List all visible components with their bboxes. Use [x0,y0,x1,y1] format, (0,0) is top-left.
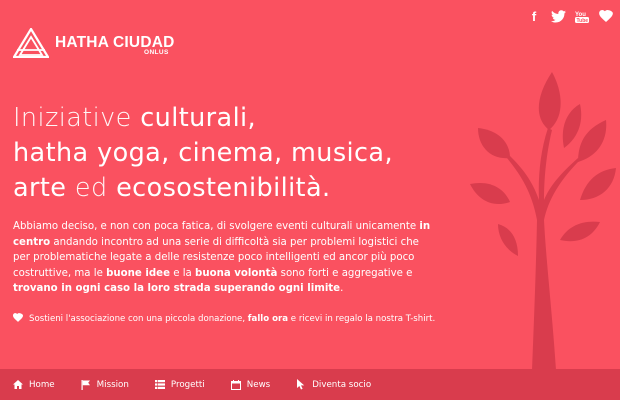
svg-text:Tube: Tube [577,18,589,23]
paragraph-text: Abbiamo deciso, e non con poca fatica, d… [13,221,420,232]
support-text: e ricevi in regalo la nostra T-shirt. [288,314,436,324]
headline-text: ed [66,173,117,203]
tree-illustration [470,72,616,370]
paragraph-bold: buona volontà [195,267,278,279]
headline-line-1: Iniziative culturali, [13,101,463,136]
headline-emphasis: culturali, [140,103,257,133]
paragraph-bold: buone idee [106,267,170,279]
heart-icon[interactable] [598,8,614,24]
home-icon [13,380,23,390]
headline: Iniziative culturali, hatha yoga, cinema… [13,101,463,206]
flag-icon [81,379,91,390]
cursor-icon [296,379,306,390]
nav-item-news[interactable]: News [218,369,283,400]
facebook-icon[interactable]: f [526,8,542,24]
brand-sub: ONLUS [144,49,169,56]
nav-label: Progetti [170,379,205,390]
headline-emphasis: arte [13,173,67,203]
nav-item-diventa-socio[interactable]: Diventa socio [283,369,384,400]
facebook-glyph: f [531,8,537,24]
support-text: Sostieni l'associazione con una piccola … [29,314,248,324]
headline-line-2: hatha yoga, cinema, musica, [13,136,463,171]
paragraph-text: e la [169,267,196,279]
list-icon [154,380,165,390]
headline-emphasis: ecosostenibilità. [116,173,331,203]
paragraph-text: . [340,283,344,294]
donate-link[interactable]: fallo ora [248,314,288,324]
nav-item-progetti[interactable]: Progetti [142,369,218,400]
bottom-navbar: Home Mission Progetti News Diventa socio [0,369,620,400]
twitter-icon[interactable] [550,8,566,24]
social-links: f You Tube [526,8,614,24]
calendar-icon [230,379,241,390]
heart-icon [13,313,23,325]
intro-paragraph: Abbiamo deciso, e non con poca fatica, d… [13,219,433,297]
youtube-icon[interactable]: You Tube [574,8,590,24]
nav-label: Home [29,379,55,390]
nav-label: Mission [96,379,129,390]
headline-text: Iniziative [13,103,141,133]
headline-line-3: arte ed ecosostenibilità. [13,171,463,206]
headline-emphasis: hatha yoga, cinema, musica, [13,138,393,168]
support-line: Sostieni l'associazione con una piccola … [13,313,453,325]
nav-label: Diventa socio [312,379,372,390]
nav-item-mission[interactable]: Mission [68,369,142,400]
nav-label: News [246,379,271,390]
paragraph-bold: trovano in ogni caso la loro strada supe… [13,283,341,294]
paragraph-text: sono forti e aggregative e [277,267,413,279]
logo-triangle-icon [13,28,49,58]
nav-item-home[interactable]: Home [0,369,68,400]
